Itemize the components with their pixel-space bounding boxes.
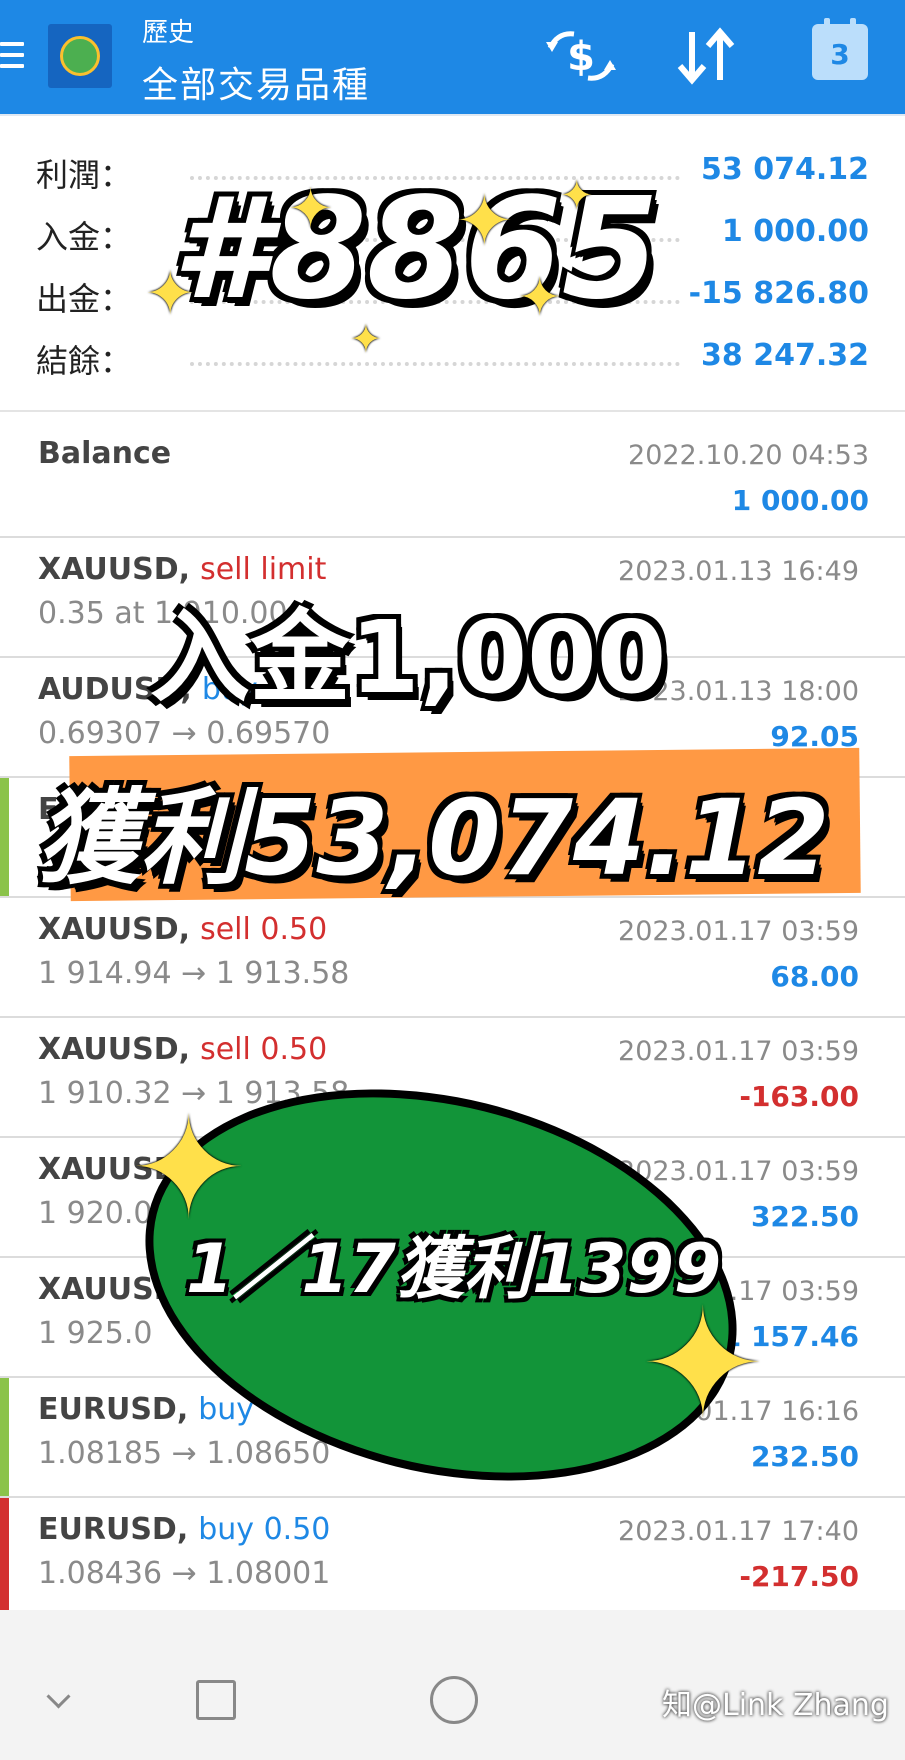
sparkle-icon: ✦ bbox=[288, 177, 334, 240]
dotted-leader bbox=[190, 362, 680, 366]
trade-profit: 68.00 bbox=[770, 960, 859, 993]
trade-type: sell 0.50 bbox=[200, 1032, 328, 1067]
currency-exchange-icon[interactable]: $ bbox=[544, 26, 618, 90]
summary-deposit-label: 入金： bbox=[36, 218, 133, 256]
sparkle-icon: ✦ bbox=[130, 1088, 248, 1251]
header-subtitle: 歷史 bbox=[142, 18, 195, 48]
trade-profit: 322.50 bbox=[750, 1200, 859, 1233]
trade-price-change: 1.08185 → 1.08650 bbox=[38, 1436, 331, 1471]
trade-symbol: EURUSD, bbox=[38, 1392, 189, 1427]
balance-row[interactable]: Balance 2022.10.20 04:53 1 000.00 bbox=[0, 412, 905, 539]
watermark: 知@Link Zhang bbox=[662, 1688, 889, 1723]
trade-status-bar bbox=[0, 778, 9, 896]
sparkle-icon: ✦ bbox=[518, 268, 562, 328]
trade-symbol-line: XAUUSD, sell limit bbox=[38, 552, 326, 587]
balance-datetime: 2022.10.20 04:53 bbox=[628, 440, 869, 471]
nav-recent-icon[interactable] bbox=[196, 1680, 236, 1720]
trade-symbol: XAUUSD, bbox=[38, 912, 191, 947]
summary-profit-value: 53 074.12 bbox=[701, 152, 869, 187]
sparkle-icon: ✦ bbox=[640, 1278, 766, 1452]
profit-overlay: 獲利53,074.12 bbox=[36, 777, 830, 899]
app-header: 歷史 全部交易品種 $ 3 bbox=[0, 0, 905, 116]
header-title[interactable]: 全部交易品種 bbox=[142, 56, 370, 108]
trade-symbol: EURUSD, bbox=[38, 1512, 189, 1547]
trade-symbol-line: XAUUSD, sell 0.50 bbox=[38, 912, 327, 947]
trade-symbol: XAUUSD, bbox=[38, 1032, 191, 1067]
trade-symbol-line: EURUSD, buy 0.50 bbox=[38, 1512, 330, 1547]
summary-balance-value: 38 247.32 bbox=[701, 338, 869, 373]
trade-profit: -163.00 bbox=[739, 1080, 859, 1113]
menu-icon[interactable] bbox=[0, 42, 24, 72]
trade-type: sell 0.50 bbox=[200, 912, 328, 947]
trade-symbol-line: XAUUSD, sell 0.50 bbox=[38, 1032, 327, 1067]
deposit-overlay: 入金1,000 bbox=[150, 599, 667, 716]
trade-price-change: 1 925.0 bbox=[38, 1316, 153, 1351]
trade-price-change: 1.08436 → 1.08001 bbox=[38, 1556, 331, 1591]
svg-text:$: $ bbox=[567, 34, 595, 80]
sparkle-icon: ✦ bbox=[145, 259, 196, 329]
nav-back-icon[interactable] bbox=[46, 1684, 71, 1709]
trade-datetime: 2023.01.13 16:49 bbox=[618, 556, 859, 587]
trade-type: buy 0.50 bbox=[198, 1512, 331, 1547]
nav-home-icon[interactable] bbox=[430, 1676, 478, 1724]
sparkle-icon: ✦ bbox=[560, 173, 594, 219]
trade-datetime: 2023.01.17 03:59 bbox=[618, 1036, 859, 1067]
trade-profit: 232.50 bbox=[750, 1440, 859, 1473]
summary-profit-label: 利潤： bbox=[36, 156, 133, 194]
summary-withdrawal-value: -15 826.80 bbox=[688, 276, 869, 311]
system-navigation-bar: 知@Link Zhang bbox=[0, 1610, 905, 1760]
sort-icon[interactable] bbox=[674, 26, 738, 90]
balance-label: Balance bbox=[38, 436, 172, 471]
summary-deposit-value: 1 000.00 bbox=[721, 214, 869, 249]
balance-amount: 1 000.00 bbox=[731, 484, 869, 517]
summary-withdrawal-label: 出金： bbox=[36, 280, 133, 318]
trade-type: sell limit bbox=[200, 552, 327, 587]
trade-symbol-line: EURUSD, buy bbox=[38, 1392, 254, 1427]
trade-status-bar bbox=[0, 1378, 9, 1496]
sparkle-icon: ✦ bbox=[350, 317, 382, 361]
trade-row[interactable]: XAUUSD, sell 0.50 1 914.94 → 1 913.58 2023.… bbox=[0, 898, 905, 1019]
trade-datetime: 2023.01.17 17:40 bbox=[618, 1516, 859, 1547]
sparkle-icon: ✦ bbox=[455, 180, 514, 262]
trade-status-bar bbox=[0, 1498, 9, 1616]
trade-price-change: 0.69307 → 0.69570 bbox=[38, 716, 331, 751]
trade-datetime: 2023.01.17 03:59 bbox=[618, 1156, 859, 1187]
trade-price-change: 1 914.94 → 1 913.58 bbox=[38, 956, 350, 991]
calendar-icon[interactable]: 3 bbox=[812, 18, 868, 80]
app-logo-icon bbox=[48, 24, 112, 88]
summary-balance-label: 結餘： bbox=[36, 342, 133, 380]
trade-row[interactable]: EURUSD, buy 0.50 1.08436 → 1.08001 2023.01.… bbox=[0, 1498, 905, 1619]
trade-symbol: XAUUSD, bbox=[38, 552, 191, 587]
calendar-day: 3 bbox=[830, 38, 850, 71]
trade-datetime: 2023.01.17 03:59 bbox=[618, 916, 859, 947]
trade-profit: -217.50 bbox=[739, 1560, 859, 1593]
